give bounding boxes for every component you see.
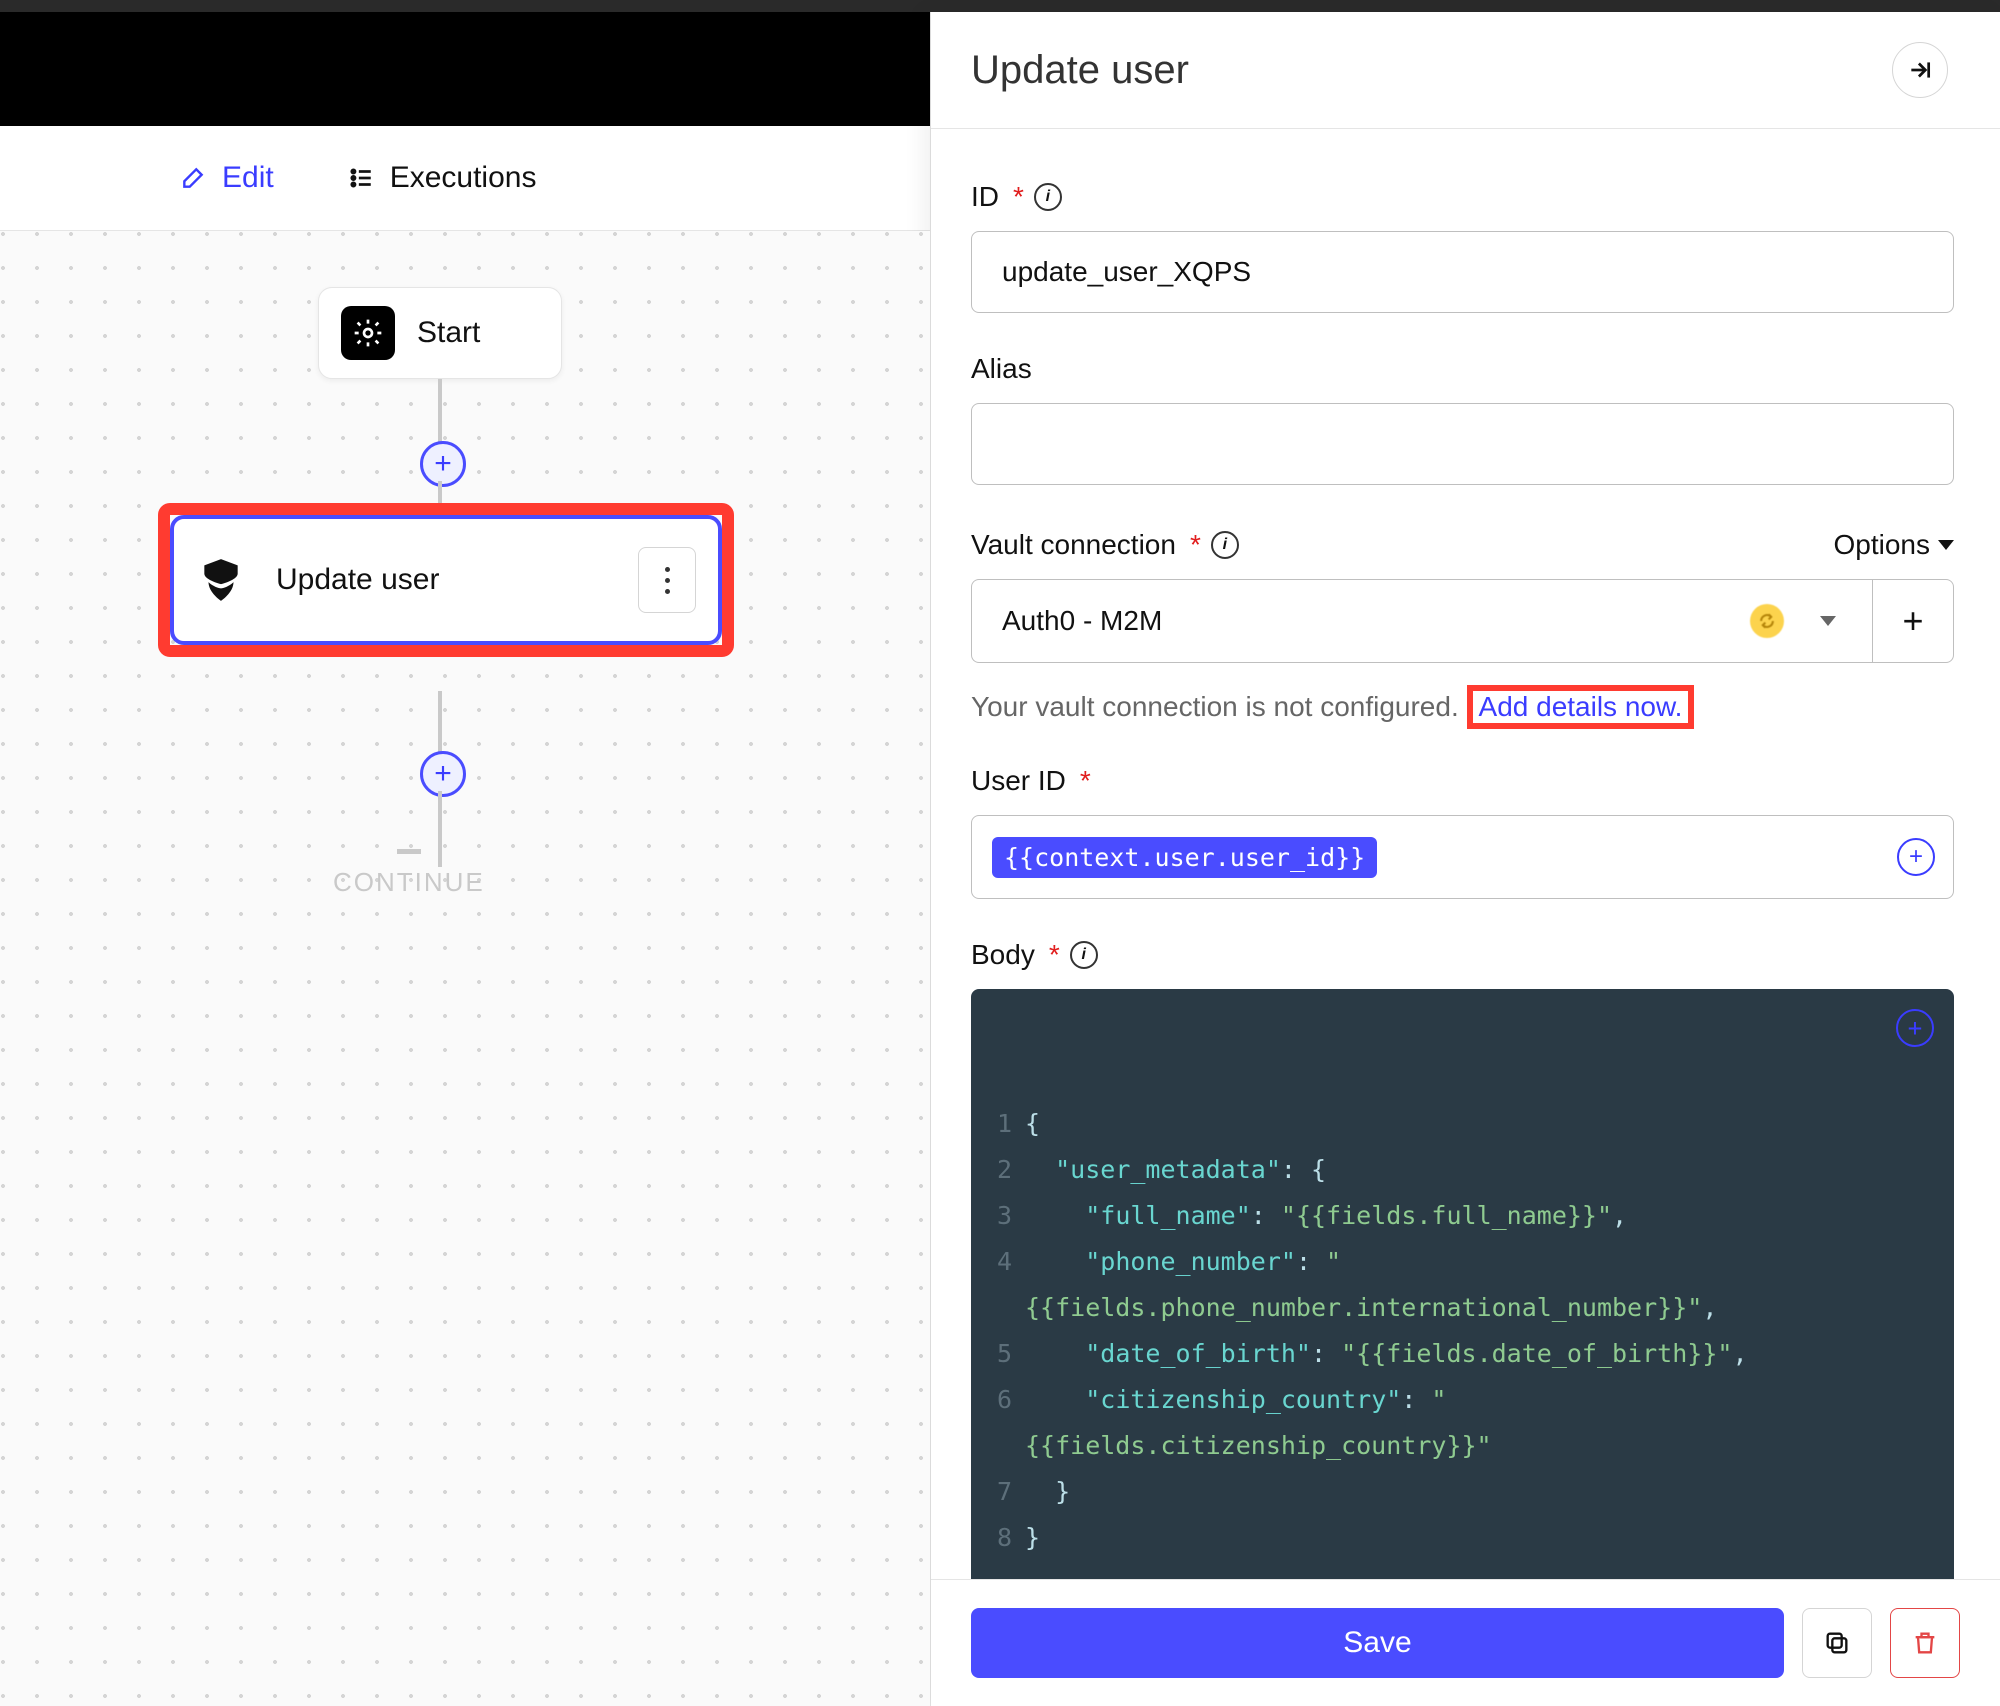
required-mark: * — [1190, 529, 1201, 561]
trash-icon — [1911, 1629, 1939, 1657]
collapse-panel-button[interactable] — [1892, 42, 1948, 98]
node-start-label: Start — [417, 316, 480, 350]
alias-input[interactable] — [971, 403, 1954, 485]
tab-edit-label: Edit — [222, 161, 274, 195]
add-node-button[interactable]: + — [420, 751, 466, 797]
highlight-node-update-user: Update user — [158, 503, 734, 657]
collapse-icon — [1907, 57, 1933, 83]
list-icon — [348, 165, 374, 191]
tab-edit[interactable]: Edit — [180, 161, 274, 195]
node-update-user[interactable]: Update user — [170, 515, 722, 645]
info-icon[interactable]: i — [1070, 941, 1098, 969]
vault-label: Vault connection — [971, 529, 1176, 561]
vault-value: Auth0 - M2M — [1002, 605, 1162, 637]
add-vault-button[interactable]: + — [1872, 579, 1954, 663]
panel-title: Update user — [971, 48, 1189, 93]
info-icon[interactable]: i — [1211, 531, 1239, 559]
variable-pill[interactable]: {{context.user.user_id}} — [992, 837, 1377, 878]
insert-variable-button[interactable]: + — [1896, 1009, 1934, 1047]
warning-badge-icon — [1750, 604, 1784, 638]
add-details-link[interactable]: Add details now. — [1467, 685, 1695, 729]
node-update-user-label: Update user — [276, 563, 439, 597]
connector — [438, 691, 442, 755]
builder-tabs: Edit Executions — [0, 126, 930, 231]
id-input[interactable]: update_user_XQPS — [971, 231, 1954, 313]
delete-button[interactable] — [1890, 1608, 1960, 1678]
id-value: update_user_XQPS — [1002, 256, 1251, 288]
pencil-icon — [180, 165, 206, 191]
body-code-editor[interactable]: 1{2 "user_metadata": {3 "full_name": "{{… — [971, 989, 1954, 1579]
select-arrow — [1804, 616, 1852, 626]
copy-icon — [1823, 1629, 1851, 1657]
chevron-down-icon — [1938, 540, 1954, 550]
required-mark: * — [1049, 939, 1060, 971]
gear-icon — [341, 306, 395, 360]
connector — [438, 379, 442, 449]
required-mark: * — [1080, 765, 1091, 797]
save-button[interactable]: Save — [971, 1608, 1784, 1678]
options-dropdown[interactable]: Options — [1834, 529, 1955, 561]
node-menu-button[interactable] — [638, 547, 696, 613]
flow-canvas[interactable]: Start + Update user + CONTINUE — [0, 231, 930, 1706]
user-id-input[interactable]: {{context.user.user_id}} + — [971, 815, 1954, 899]
vault-connection-select[interactable]: Auth0 - M2M — [971, 579, 1872, 663]
duplicate-button[interactable] — [1802, 1608, 1872, 1678]
alias-label: Alias — [971, 353, 1032, 385]
kebab-icon — [665, 567, 670, 594]
app-header — [0, 12, 930, 126]
body-label: Body — [971, 939, 1035, 971]
options-label: Options — [1834, 529, 1931, 561]
auth0-shield-icon — [196, 555, 246, 605]
connector — [438, 791, 442, 867]
add-node-button[interactable]: + — [420, 441, 466, 487]
user-id-label: User ID — [971, 765, 1066, 797]
id-label: ID — [971, 181, 999, 213]
tab-executions[interactable]: Executions — [348, 161, 537, 195]
info-icon[interactable]: i — [1034, 183, 1062, 211]
vault-helper-text: Your vault connection is not configured. — [971, 691, 1459, 722]
insert-variable-button[interactable]: + — [1897, 838, 1935, 876]
window-topbar — [0, 0, 2000, 12]
tab-executions-label: Executions — [390, 161, 537, 195]
node-start[interactable]: Start — [318, 287, 562, 379]
inspector-panel: Update user ID * i update_user_XQPS Alia… — [931, 12, 2000, 1706]
required-mark: * — [1013, 181, 1024, 213]
continue-label: CONTINUE — [333, 867, 485, 898]
